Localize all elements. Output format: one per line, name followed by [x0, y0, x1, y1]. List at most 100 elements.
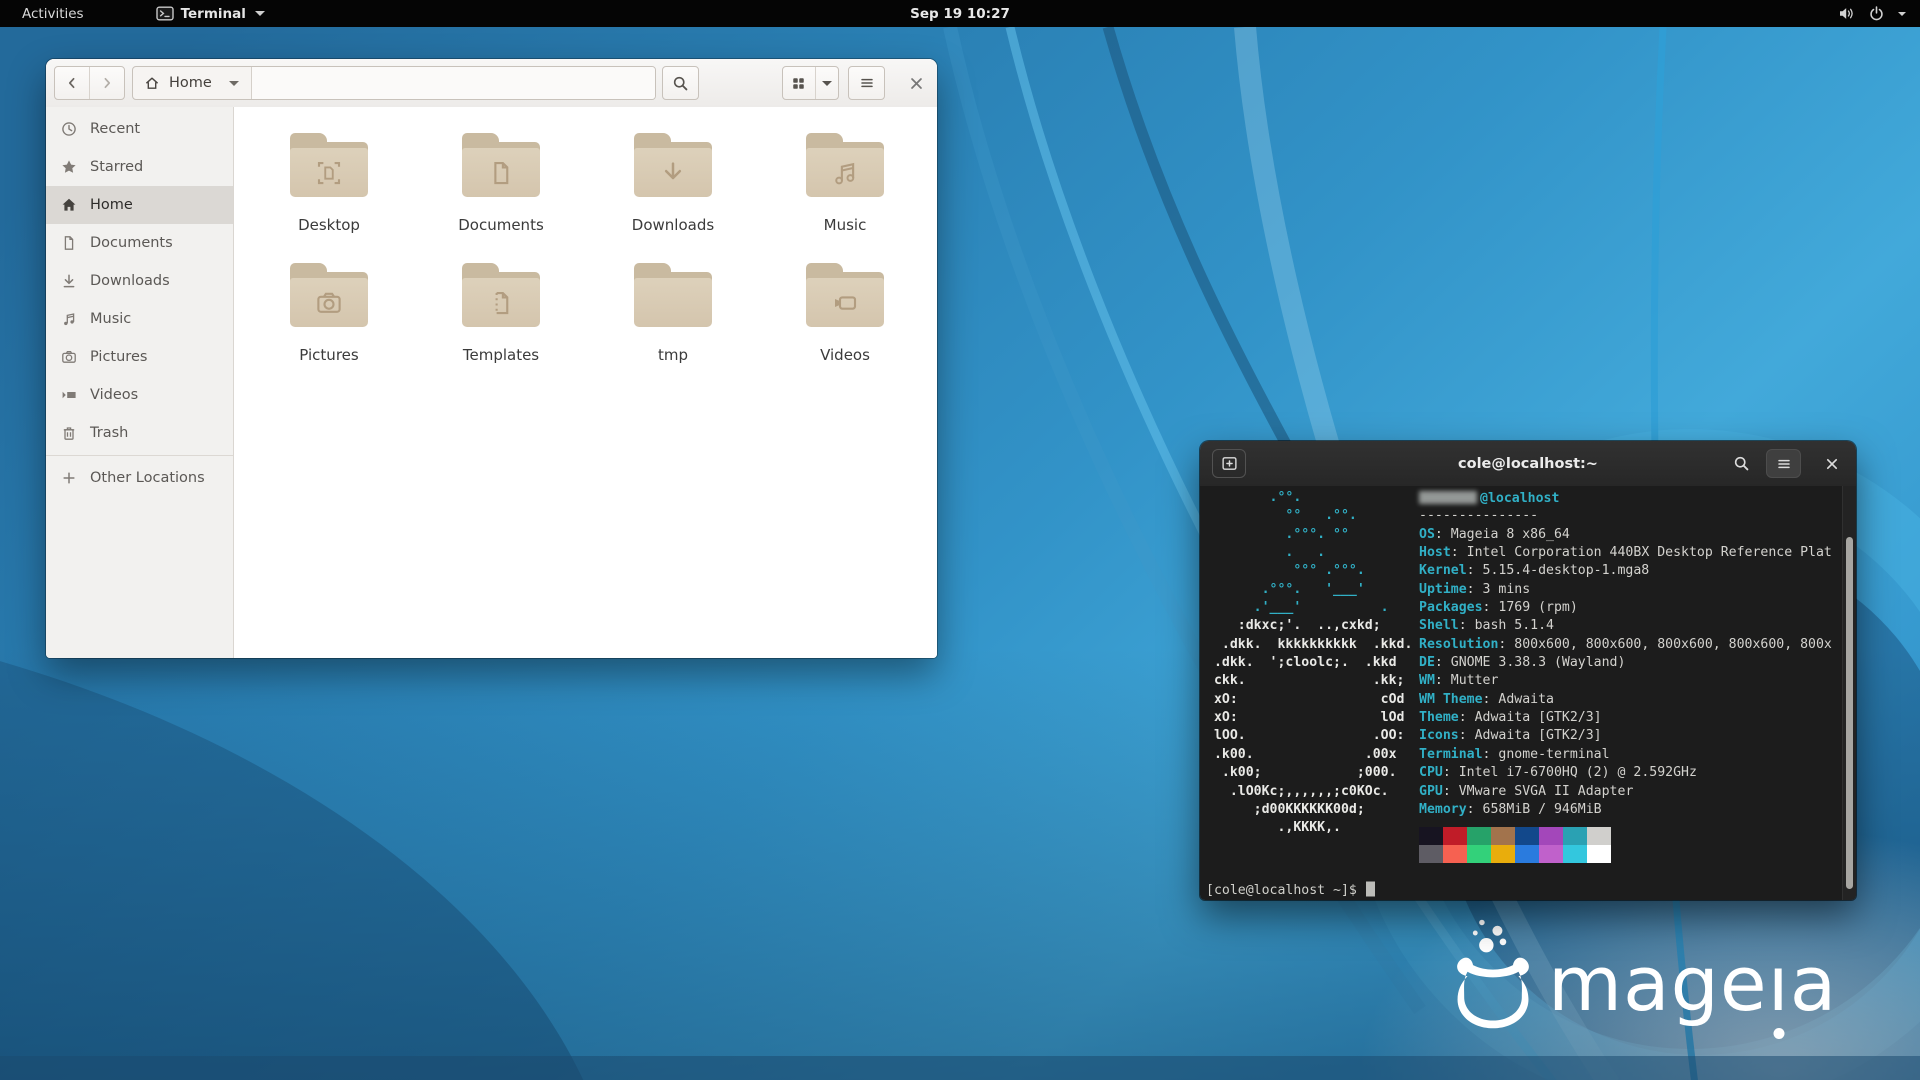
system-status-area[interactable]: [1832, 0, 1912, 27]
clock[interactable]: Sep 19 10:27: [910, 6, 1010, 22]
terminal-headerbar: cole@localhost:~: [1200, 441, 1856, 487]
gnome-top-bar: Activities Terminal Sep 19 10:27: [0, 0, 1920, 27]
chevron-down-icon: [1898, 12, 1906, 16]
close-icon: [908, 75, 925, 92]
sidebar-item-recent[interactable]: Recent: [46, 110, 233, 148]
folder-front: [806, 148, 884, 197]
terminal-menu-button[interactable]: [1766, 449, 1801, 478]
folder-label: tmp: [658, 346, 688, 364]
neofetch-info-line: Shell: bash 5.1.4: [1419, 617, 1832, 635]
folder-item-downloads[interactable]: Downloads: [587, 131, 759, 261]
file-icon: [61, 235, 77, 251]
terminal-title: cole@localhost:~: [1200, 441, 1856, 486]
palette-swatch: [1443, 845, 1467, 863]
palette-swatch: [1587, 845, 1611, 863]
sidebar-item-label: Starred: [90, 159, 143, 175]
neofetch-info-line: OS: Mageia 8 x86_64: [1419, 526, 1832, 544]
forward-button[interactable]: [90, 67, 124, 99]
palette-swatch: [1563, 827, 1587, 845]
palette-swatch: [1563, 845, 1587, 863]
search-button[interactable]: [662, 66, 699, 100]
desktop-emblem-icon: [314, 158, 344, 188]
folder-icon: [806, 263, 884, 327]
palette-row: [1419, 845, 1611, 863]
sidebar-item-label: Music: [90, 311, 131, 327]
terminal-close-button[interactable]: [1817, 449, 1847, 478]
document-emblem-icon: [486, 158, 516, 188]
sidebar-item-label: Other Locations: [90, 470, 205, 486]
folder-item-documents[interactable]: Documents: [415, 131, 587, 261]
logo-letter: a: [1790, 946, 1838, 1022]
folder-icon: [806, 133, 884, 197]
palette-swatch: [1539, 845, 1563, 863]
folder-item-tmp[interactable]: tmp: [587, 261, 759, 391]
sidebar-item-label: Pictures: [90, 349, 147, 365]
folder-label: Pictures: [299, 346, 358, 364]
folder-item-videos[interactable]: Videos: [759, 261, 931, 391]
folder-label: Desktop: [298, 216, 360, 234]
close-button[interactable]: [902, 69, 930, 97]
sidebar-item-documents[interactable]: Documents: [46, 224, 233, 262]
chevron-down-icon: [822, 81, 832, 86]
files-content-area[interactable]: Desktop DocumentsDownloads Music Pictures Te…: [234, 107, 937, 658]
sidebar-item-music[interactable]: Music: [46, 300, 233, 338]
sidebar-item-pictures[interactable]: Pictures: [46, 338, 233, 376]
folder-grid: Desktop DocumentsDownloads Music Pictures Te…: [243, 131, 931, 391]
music-icon: [61, 311, 77, 327]
window-menu-button[interactable]: [848, 66, 885, 100]
folder-label: Music: [824, 216, 867, 234]
palette-swatch: [1491, 827, 1515, 845]
sidebar-item-videos[interactable]: Videos: [46, 376, 233, 414]
app-menu-terminal[interactable]: Terminal: [156, 6, 265, 22]
activities-button[interactable]: Activities: [12, 6, 94, 22]
scrollbar-thumb[interactable]: [1846, 537, 1853, 889]
neofetch-info-line: WM: Mutter: [1419, 672, 1832, 690]
back-button[interactable]: [55, 67, 90, 99]
folder-front: [806, 278, 884, 327]
power-icon[interactable]: [1868, 5, 1885, 22]
sidebar-item-starred[interactable]: Starred: [46, 148, 233, 186]
grid-view-button[interactable]: [783, 67, 816, 99]
folder-item-music[interactable]: Music: [759, 131, 931, 261]
folder-icon: [462, 263, 540, 327]
path-segment-home[interactable]: Home: [133, 67, 252, 99]
mageia-logo: mageıa: [1452, 918, 1837, 1030]
sidebar-item-home[interactable]: Home: [46, 186, 233, 224]
folder-icon: [634, 263, 712, 327]
sidebar-item-other-locations[interactable]: Other Locations: [46, 459, 233, 497]
terminal-content[interactable]: .°°. °° .°°. .°°°. °° . . °°° .°°°. .°°°…: [1200, 486, 1856, 900]
view-toggle-button: [782, 66, 839, 100]
folder-label: Videos: [820, 346, 870, 364]
terminal-search-button[interactable]: [1725, 449, 1757, 478]
folder-front: [462, 148, 540, 197]
folder-item-templates[interactable]: Templates: [415, 261, 587, 391]
chevron-down-icon: [229, 81, 239, 86]
sidebar-item-downloads[interactable]: Downloads: [46, 262, 233, 300]
folder-front: [634, 278, 712, 327]
neofetch-info-line: Uptime: 3 mins: [1419, 581, 1832, 599]
neofetch-info-line: WM Theme: Adwaita: [1419, 691, 1832, 709]
video-icon: [61, 387, 77, 403]
neofetch-ascii-art: .°°. °° .°°. .°°°. °° . . °°° .°°°. .°°°…: [1206, 489, 1412, 838]
logo-letter: e: [1720, 946, 1768, 1022]
volume-icon[interactable]: [1838, 5, 1855, 22]
sidebar-item-trash[interactable]: Trash: [46, 414, 233, 452]
files-sidebar: Recent Starred HomeDocumentsDownloads Music…: [46, 107, 234, 658]
chevron-left-icon: [64, 75, 80, 91]
folder-icon: [290, 133, 368, 197]
folder-icon: [634, 133, 712, 197]
folder-front: [462, 278, 540, 327]
palette-swatch: [1539, 827, 1563, 845]
palette-swatch: [1467, 827, 1491, 845]
files-window: Home RecentStarredHomeDocumentsDownloads…: [46, 59, 937, 658]
terminal-scrollbar[interactable]: [1842, 486, 1856, 900]
neofetch-info-line: Kernel: 5.15.4-desktop-1.mga8: [1419, 562, 1832, 580]
folder-front: [290, 278, 368, 327]
folder-item-desktop[interactable]: Desktop: [243, 131, 415, 261]
mageia-cauldron-icon: [1452, 918, 1534, 1030]
folder-front: [634, 148, 712, 197]
path-bar-entry[interactable]: [252, 67, 655, 99]
neofetch-info-line: Icons: Adwaita [GTK2/3]: [1419, 727, 1832, 745]
view-options-dropdown[interactable]: [816, 67, 838, 99]
folder-item-pictures[interactable]: Pictures: [243, 261, 415, 391]
